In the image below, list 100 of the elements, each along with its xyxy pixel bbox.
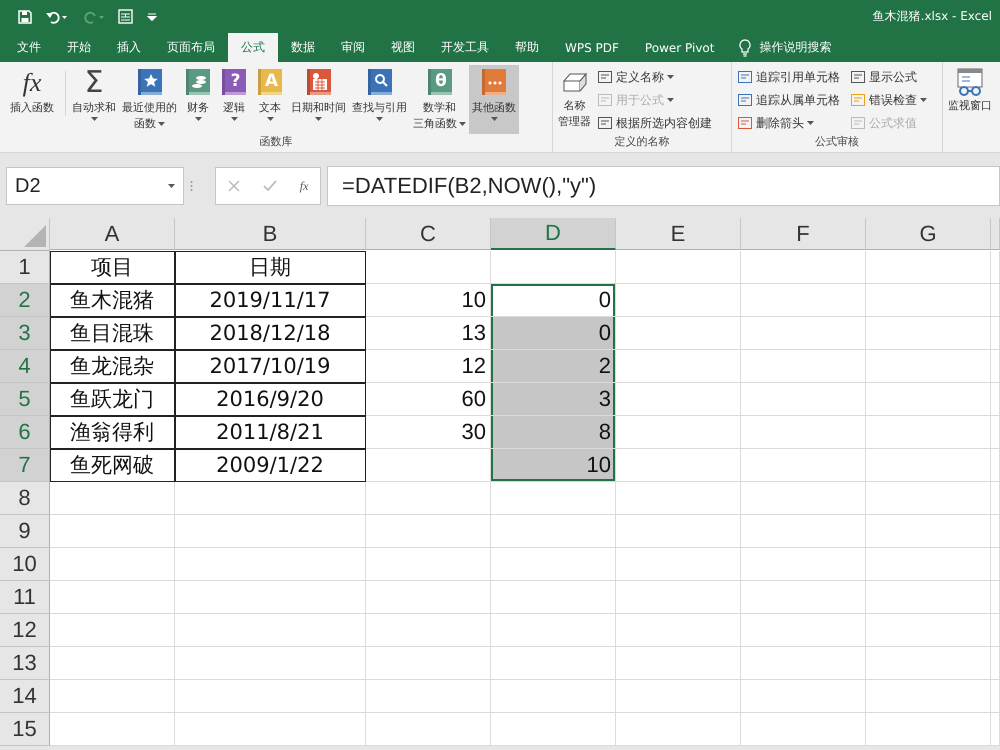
save-icon[interactable] <box>18 10 32 24</box>
row-header[interactable]: 2 <box>0 284 50 317</box>
table-cell: 2009/1/22 <box>175 449 366 482</box>
ribbon-tab[interactable]: 视图 <box>378 33 428 62</box>
row-header[interactable]: 4 <box>0 350 50 383</box>
customize-caret-icon[interactable] <box>147 12 157 20</box>
caret-icon <box>168 184 175 188</box>
insert-function-button[interactable]: fx <box>300 178 308 194</box>
table-cell: 鱼死网破 <box>50 449 175 482</box>
caret-icon <box>667 98 674 102</box>
audit-command[interactable]: 追踪引用单元格 <box>734 67 843 87</box>
group-label: 公式审核 <box>814 134 860 150</box>
defined-name-command[interactable]: 定义名称 <box>594 67 715 87</box>
row-header[interactable]: 15 <box>0 713 50 746</box>
audit-command[interactable]: 错误检查 <box>847 90 930 110</box>
caret-icon <box>667 75 674 79</box>
audit-command[interactable]: 显示公式 <box>847 67 930 87</box>
form-icon[interactable] <box>118 9 133 24</box>
function-category-button[interactable]: ? 逻辑 <box>216 65 252 134</box>
table-cell: 鱼跃龙门 <box>50 383 175 416</box>
formula-input[interactable]: =DATEDIF(B2,NOW(),"y") <box>327 166 1000 206</box>
table-cell: 10 <box>491 449 616 482</box>
name-box[interactable]: D2 <box>6 167 184 205</box>
table-cell: 渔翁得利 <box>50 416 175 449</box>
caret-icon <box>920 98 927 102</box>
audit-command[interactable]: 追踪从属单元格 <box>734 90 843 110</box>
defined-name-command[interactable]: 根据所选内容创建 <box>594 113 715 133</box>
row-header[interactable]: 1 <box>0 251 50 284</box>
ribbon-tab[interactable]: 公式 <box>228 33 278 62</box>
watch-window-button[interactable]: 监视窗口 <box>945 65 995 152</box>
caret-icon <box>807 121 814 125</box>
enter-check-icon[interactable] <box>262 180 277 192</box>
table-cell: 鱼龙混杂 <box>50 350 175 383</box>
tell-me-search[interactable]: 操作说明搜索 <box>759 39 832 56</box>
caret-icon <box>315 117 322 121</box>
lightbulb-icon[interactable] <box>739 38 752 56</box>
function-category-button[interactable]: θ 数学和 三角函数 <box>410 65 469 134</box>
row-header[interactable]: 5 <box>0 383 50 416</box>
function-category-button[interactable]: 最近使用的 函数 <box>119 65 180 134</box>
row-header[interactable]: 7 <box>0 449 50 482</box>
table-cell: 0 <box>491 317 616 350</box>
column-header[interactable]: E <box>616 218 741 250</box>
window-glasses-icon <box>955 67 985 97</box>
caret-icon <box>459 122 466 126</box>
table-cell: 0 <box>491 284 616 317</box>
row-header[interactable]: 9 <box>0 515 50 548</box>
table-cell: 2016/9/20 <box>175 383 366 416</box>
ribbon-tab[interactable]: 页面布局 <box>154 33 228 62</box>
column-header[interactable]: D <box>491 218 616 250</box>
group-label: 定义的名称 <box>614 134 670 150</box>
function-category-button[interactable]: 财务 <box>180 65 216 134</box>
caret-icon <box>376 117 383 121</box>
table-cell: 2017/10/19 <box>175 350 366 383</box>
ribbon-tab[interactable]: 开发工具 <box>428 33 502 62</box>
ribbon-tab[interactable]: 开始 <box>54 33 104 62</box>
caret-icon <box>230 117 238 121</box>
ribbon-tab[interactable]: 插入 <box>104 33 154 62</box>
function-category-button[interactable]: 日期和时间 <box>288 65 349 134</box>
group-label: 函数库 <box>258 134 294 150</box>
caret-icon <box>194 117 202 121</box>
ribbon-tab[interactable]: WPS PDF <box>552 33 632 62</box>
function-category-button[interactable]: 查找与引用 <box>349 65 410 134</box>
table-cell: 项目 <box>50 251 175 284</box>
table-cell: 2011/8/21 <box>175 416 366 449</box>
row-header[interactable]: 10 <box>0 548 50 581</box>
table-cell: 8 <box>491 416 616 449</box>
table-cell: 日期 <box>175 251 366 284</box>
function-category-button[interactable]: fx 插入函数 <box>2 65 62 134</box>
caret-icon <box>266 117 274 121</box>
window-title: 鱼木混猪.xlsx - Excel <box>872 8 992 25</box>
ribbon-tab[interactable]: 数据 <box>278 33 328 62</box>
function-category-button[interactable]: A 文本 <box>252 65 288 134</box>
name-manager-button[interactable]: 名称 管理器 <box>555 65 594 134</box>
drag-handle-icon <box>190 180 193 192</box>
undo-icon[interactable] <box>46 10 68 24</box>
row-header[interactable]: 3 <box>0 317 50 350</box>
row-header[interactable]: 13 <box>0 647 50 680</box>
row-header[interactable]: 11 <box>0 581 50 614</box>
table-cell: 2019/11/17 <box>175 284 366 317</box>
column-header[interactable]: A <box>50 218 175 250</box>
ribbon-tab[interactable]: 文件 <box>4 33 54 62</box>
column-header[interactable]: C <box>366 218 491 250</box>
caret-icon <box>158 122 165 126</box>
row-header[interactable]: 14 <box>0 680 50 713</box>
row-header[interactable]: 12 <box>0 614 50 647</box>
row-header[interactable]: 6 <box>0 416 50 449</box>
caret-icon <box>490 117 498 121</box>
audit-command[interactable]: 删除箭头 <box>734 113 843 133</box>
sum-icon: Σ <box>84 67 104 99</box>
row-header[interactable]: 8 <box>0 482 50 515</box>
ribbon-tab[interactable]: 审阅 <box>328 33 378 62</box>
column-header[interactable]: B <box>175 218 366 250</box>
column-header[interactable]: G <box>866 218 991 250</box>
ribbon-tab[interactable]: Power Pivot <box>632 33 728 62</box>
function-category-button[interactable]: Σ 自动求和 <box>69 65 119 134</box>
function-icon: fx <box>22 67 42 99</box>
column-header[interactable]: F <box>741 218 866 250</box>
ribbon-tab[interactable]: 帮助 <box>502 33 552 62</box>
function-category-button[interactable]: 其他函数 <box>469 65 519 134</box>
table-cell: 2018/12/18 <box>175 317 366 350</box>
